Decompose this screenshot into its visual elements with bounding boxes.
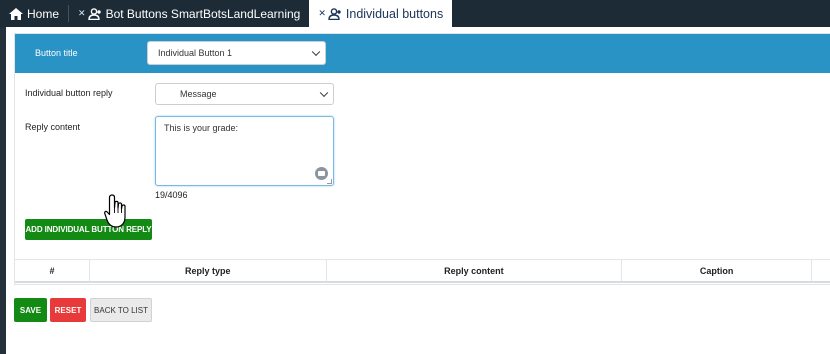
- column-header-reply-type: Reply type: [90, 260, 327, 281]
- tab-label: Bot Buttons SmartBotsLandLearning: [105, 6, 301, 21]
- hand-pointer-cursor-icon: [104, 194, 126, 228]
- reply-type-label: Individual button reply: [25, 88, 113, 98]
- close-icon[interactable]: ✕: [78, 8, 86, 19]
- tab-label: Home: [27, 6, 60, 21]
- replies-table-header: # Reply type Reply content Caption: [15, 259, 830, 283]
- column-header-reply-content: Reply content: [327, 260, 623, 281]
- tab-home[interactable]: Home: [0, 0, 68, 27]
- tab-individual-buttons[interactable]: ✕ Individual buttons: [309, 0, 453, 27]
- left-sidebar-edge: [0, 27, 6, 354]
- character-counter: 19/4096: [155, 190, 188, 200]
- button-title-select[interactable]: Individual Button 1: [147, 41, 326, 65]
- reply-type-select[interactable]: Message: [155, 83, 334, 105]
- column-header-caption: Caption: [622, 260, 813, 281]
- back-to-list-button[interactable]: BACK TO LIST: [90, 298, 152, 322]
- reply-content-textarea[interactable]: This is your grade:: [155, 116, 334, 186]
- tab-label: Individual buttons: [345, 6, 444, 21]
- column-header-index: #: [15, 260, 90, 281]
- button-title-band: Button title Individual Button 1: [15, 34, 830, 73]
- user-group-icon: [87, 7, 102, 20]
- home-icon: [9, 7, 23, 20]
- button-title-value: Individual Button 1: [158, 48, 233, 58]
- reply-content-label: Reply content: [25, 122, 81, 132]
- column-header-actions: [812, 260, 830, 281]
- tab-bot-buttons[interactable]: ✕ Bot Buttons SmartBotsLandLearning: [69, 0, 309, 27]
- tab-bar: Home ✕ Bot Buttons SmartBotsLandLearning…: [0, 0, 830, 27]
- reset-button[interactable]: RESET: [50, 298, 86, 322]
- resize-grip-icon[interactable]: [327, 179, 332, 184]
- reply-content-text: This is your grade:: [164, 123, 239, 133]
- chevron-down-icon: [311, 47, 321, 57]
- close-icon[interactable]: ✕: [318, 8, 326, 19]
- button-title-label: Button title: [35, 48, 78, 58]
- individual-button-panel: Button title Individual Button 1 Individ…: [14, 33, 830, 285]
- chevron-down-icon: [319, 88, 329, 98]
- reply-type-value: Message: [180, 89, 217, 99]
- user-group-icon: [328, 7, 342, 20]
- save-button[interactable]: SAVE: [14, 298, 47, 322]
